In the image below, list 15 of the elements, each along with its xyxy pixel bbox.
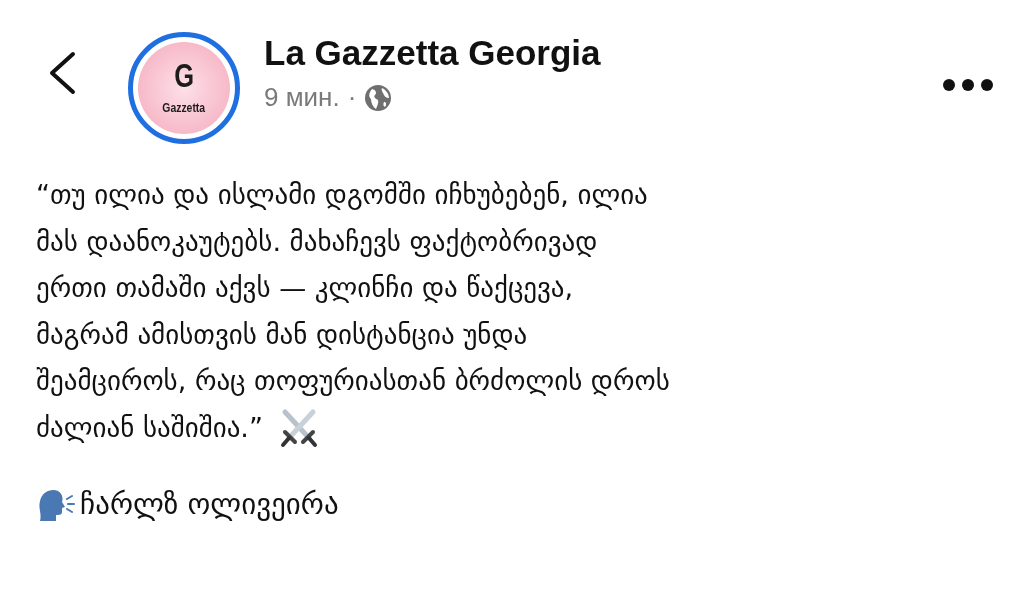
page-avatar[interactable]: G Gazzetta [128, 32, 240, 144]
logo-letter: G [174, 58, 194, 93]
quote-line: შეამციროს, რაც თოფურიასთან ბრძოლის დროს [36, 364, 670, 398]
quote-line: მას დაანოკაუტებს. მახაჩევს ფაქტობრივად [36, 224, 598, 259]
speaker-name: ჩარლზ ოლივეირა [80, 486, 339, 523]
separator-dot: · [347, 81, 357, 114]
post-time: 9 мин. [264, 81, 340, 114]
quote-line: “თუ ილია და ისლამი დგომში იჩხუბებენ, ილია [36, 178, 648, 212]
quote-line: ძალიან საშიშია.” [36, 410, 263, 445]
crossed-swords-icon [278, 407, 319, 448]
quote-line: მაგრამ ამისთვის მან დისტანცია უნდა [36, 317, 528, 352]
quote-line: ერთი თამაში აქვს — კლინჩი და წაქცევა, [36, 271, 574, 305]
globe-icon [364, 83, 393, 112]
page-name[interactable]: La Gazzetta Georgia [264, 33, 601, 72]
logo-wordmark: Gazzetta [162, 99, 206, 118]
